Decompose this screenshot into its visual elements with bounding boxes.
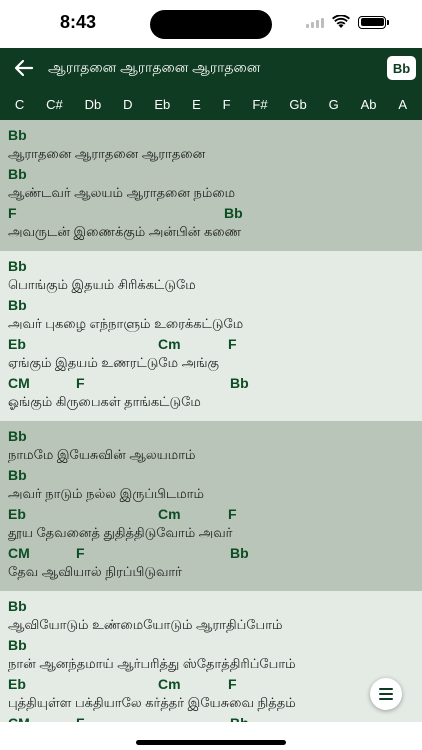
chord-label: F (76, 715, 85, 722)
lyric-line: ஆவியோடும் உண்மையோடும் ஆராதிப்போம் (8, 617, 283, 632)
chord-line: Bb (8, 258, 414, 276)
chord-label: Bb (8, 428, 27, 444)
status-time: 8:43 (60, 12, 97, 32)
key-option[interactable]: C# (44, 93, 65, 116)
song-section: Bb ஆவியோடும் உண்மையோடும் ஆராதிப்போம் Bb நான… (0, 591, 422, 722)
lyric-line: அவர் புகழை எந்நாளும் உரைக்கட்டுமே (8, 316, 244, 331)
chord-label: F (228, 676, 237, 692)
key-selector: C C# Db D Eb E F F# Gb G Ab A (0, 88, 422, 120)
song-title: ஆராதனை ஆராதனை ஆராதனை (48, 59, 261, 75)
chord-line: Eb Cm F (8, 676, 414, 694)
signal-icon (306, 17, 324, 28)
chord-label: Bb (230, 375, 249, 391)
chord-label: Bb (8, 127, 27, 143)
status-icons (306, 15, 389, 29)
key-option[interactable]: Ab (359, 93, 379, 116)
chord-label: Bb (230, 715, 249, 722)
lyric-line: ஆண்டவர் ஆலயம் ஆராதனை நம்மை (8, 185, 236, 200)
chord-label: Bb (230, 545, 249, 561)
chord-label: Eb (8, 336, 26, 352)
lyric-line: பொங்கும் இதயம் சிரிக்கட்டுமே (8, 277, 196, 292)
lyric-line: ஆராதனை ஆராதனை ஆராதனை (8, 146, 206, 161)
key-option[interactable]: G (327, 93, 341, 116)
chord-label: Cm (158, 336, 181, 352)
chord-label: Bb (8, 637, 27, 653)
song-content[interactable]: Bb ஆராதனை ஆராதனை ஆராதனை Bb ஆண்டவர் ஆலயம் ஆர… (0, 120, 422, 722)
arrow-left-icon (14, 59, 34, 77)
menu-lines-icon (379, 688, 393, 700)
chord-label: Bb (8, 467, 27, 483)
lyric-line: அவருடன் இணைக்கும் அன்பின் கணை (8, 224, 242, 239)
chord-label: F (228, 506, 237, 522)
chord-label: Bb (8, 297, 27, 313)
chord-line: CM F Bb (8, 375, 414, 393)
chord-line: Bb (8, 467, 414, 485)
back-button[interactable] (12, 56, 36, 80)
lyric-line: ஏங்கும் இதயம் உணரட்டுமே அங்கு (8, 355, 220, 370)
chord-label: Cm (158, 676, 181, 692)
home-indicator (136, 740, 286, 745)
song-section: Bb பொங்கும் இதயம் சிரிக்கட்டுமே Bb அவர் புக… (0, 251, 422, 421)
lyric-line: நாமமே இயேசுவின் ஆலயமாம் (8, 447, 196, 462)
chord-label: Bb (224, 205, 243, 221)
chord-line: CM F Bb (8, 545, 414, 563)
key-option[interactable]: F# (250, 93, 269, 116)
bottom-area (0, 722, 422, 750)
chord-label: F (228, 336, 237, 352)
chord-label: Cm (158, 506, 181, 522)
key-option[interactable]: C (13, 93, 26, 116)
key-option[interactable]: F (221, 93, 233, 116)
chord-label: F (8, 205, 17, 221)
key-option[interactable]: A (396, 93, 409, 116)
chord-line: Bb (8, 637, 414, 655)
lyric-line: நான் ஆனந்தமாய் ஆர்பரித்து ஸ்தோத்திரிப்போ… (8, 656, 296, 671)
key-option[interactable]: E (190, 93, 203, 116)
lyric-line: ஓங்கும் கிருபைகள் தாங்கட்டுமே (8, 394, 201, 409)
key-option[interactable]: D (121, 93, 134, 116)
key-option[interactable]: Eb (152, 93, 172, 116)
song-section: Bb நாமமே இயேசுவின் ஆலயமாம் Bb அவர் நாடும் ந… (0, 421, 422, 591)
battery-icon (358, 15, 389, 29)
current-key-button[interactable]: Bb (387, 56, 416, 80)
chord-label: Bb (8, 598, 27, 614)
lyric-line: தேவ ஆவியால் நிரப்பிடுவார் (8, 564, 182, 579)
chord-label: Bb (8, 166, 27, 182)
chord-line: F Bb (8, 205, 414, 223)
app-bar: ஆராதனை ஆராதனை ஆராதனை Bb (0, 48, 422, 88)
chord-label: CM (8, 715, 30, 722)
chord-label: Eb (8, 676, 26, 692)
chord-line: Eb Cm F (8, 336, 414, 354)
key-option[interactable]: Db (83, 93, 104, 116)
chord-line: Bb (8, 428, 414, 446)
chord-label: F (76, 375, 85, 391)
lyric-line: தூய தேவனைத் துதித்திடுவோம் அவர் (8, 525, 233, 540)
lyric-line: அவர் நாடும் நல்ல இருப்பிடமாம் (8, 486, 204, 501)
chord-label: Eb (8, 506, 26, 522)
chord-line: Eb Cm F (8, 506, 414, 524)
chord-label: CM (8, 545, 30, 561)
chord-line: Bb (8, 127, 414, 145)
wifi-icon (332, 15, 350, 28)
song-section: Bb ஆராதனை ஆராதனை ஆராதனை Bb ஆண்டவர் ஆலயம் ஆர… (0, 120, 422, 251)
chord-line: Bb (8, 598, 414, 616)
chord-line: CM F Bb (8, 715, 414, 722)
chord-line: Bb (8, 297, 414, 315)
chord-label: Bb (8, 258, 27, 274)
chord-label: CM (8, 375, 30, 391)
menu-fab-button[interactable] (370, 678, 402, 710)
lyric-line: புத்தியுள்ள பக்தியாலே கர்த்தர் இயேசுவை ந… (8, 695, 296, 710)
chord-line: Bb (8, 166, 414, 184)
battery-level (360, 18, 384, 26)
chord-label: F (76, 545, 85, 561)
status-bar: 8:43 (0, 0, 422, 48)
dynamic-island (150, 10, 272, 39)
key-option[interactable]: Gb (287, 93, 308, 116)
